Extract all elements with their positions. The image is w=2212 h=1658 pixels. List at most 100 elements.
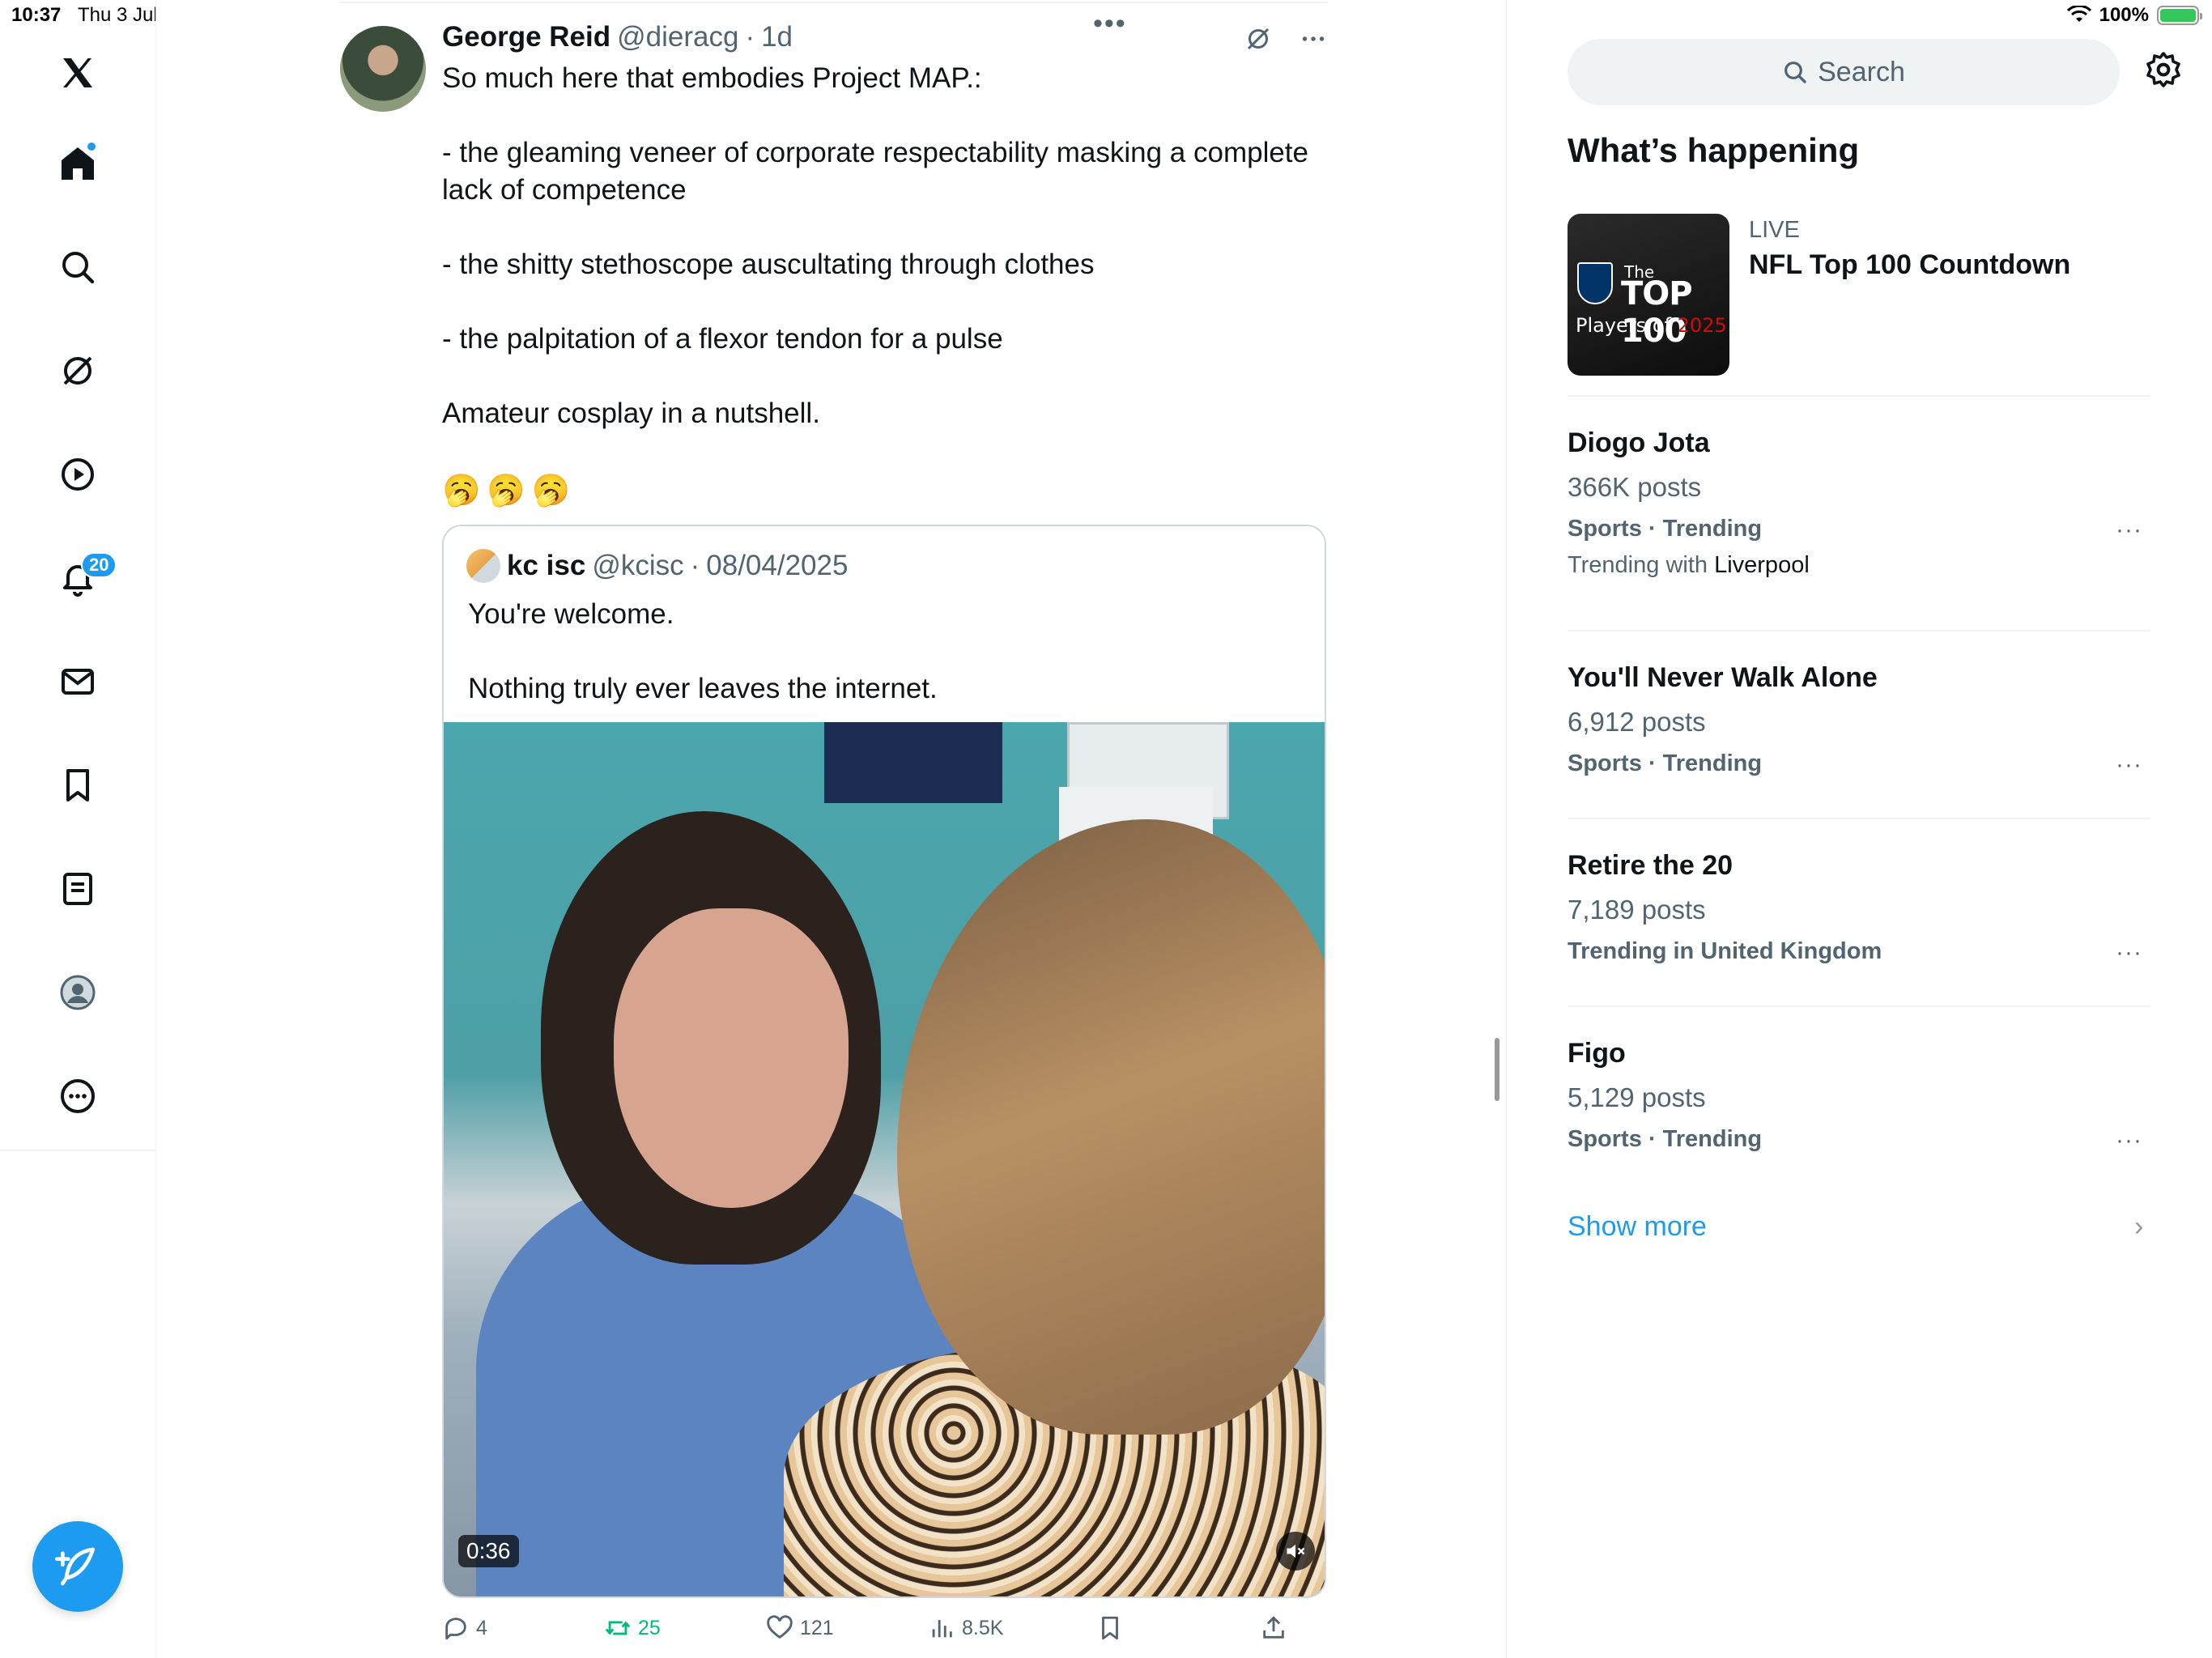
trend-posts: 366K posts — [1568, 472, 1702, 502]
right-sidebar: Search What’s happening The TOP 100 Play… — [1568, 0, 2183, 1658]
divider — [1568, 395, 2150, 397]
lists-icon[interactable] — [45, 857, 110, 921]
home-unread-dot — [86, 141, 97, 152]
divider — [1568, 818, 2150, 819]
divider — [1568, 630, 2150, 631]
post-text-line: Amateur cosplay in a nutshell. — [442, 397, 820, 429]
speaker-muted-icon — [1287, 1544, 1305, 1558]
trend-category: Trending in United Kingdom — [1568, 938, 1882, 964]
messages-icon[interactable] — [45, 649, 110, 714]
post-actions: 4 25 121 8.5K — [442, 1614, 1326, 1650]
chevron-right-icon[interactable]: › — [2134, 1211, 2143, 1243]
trend-item[interactable]: Diogo Jota 366K posts Sports · Trending … — [1568, 427, 2150, 579]
settings-button[interactable] — [2144, 50, 2186, 92]
trend-item[interactable]: Figo 5,129 posts Sports · Trending ··· — [1568, 1038, 2150, 1154]
compose-button[interactable] — [32, 1521, 123, 1612]
repost-count: 25 — [638, 1616, 661, 1639]
thumb-text: TOP 100 — [1621, 275, 1693, 350]
grok-icon[interactable] — [45, 338, 110, 403]
post-text-line: - the gleaming veneer of corporate respe… — [442, 137, 1308, 168]
trend-item[interactable]: Retire the 20 7,189 posts Trending in Un… — [1568, 850, 2150, 967]
search-input[interactable]: Search — [1568, 39, 2120, 105]
repost-icon — [605, 1621, 631, 1635]
x-logo-icon[interactable] — [45, 40, 110, 105]
repost-button[interactable]: 25 — [604, 1614, 661, 1642]
trend-posts: 6,912 posts — [1568, 707, 1706, 737]
grok-icon[interactable] — [1244, 24, 1273, 53]
thumb-text-year: 2025 — [1677, 314, 1727, 337]
more-options-icon[interactable] — [1299, 24, 1328, 53]
home-icon[interactable] — [45, 131, 110, 196]
quoted-text-line: You're welcome. — [468, 598, 674, 630]
post-emojis: 🥱🥱🥱 — [442, 474, 576, 508]
video-frame — [824, 722, 1002, 803]
nav-divider — [0, 1150, 156, 1151]
left-nav: 20 — [0, 0, 156, 1658]
quoted-text: You're welcome. Nothing truly ever leave… — [468, 596, 1294, 708]
post-text-line: - the palpitation of a flexor tendon for… — [442, 323, 1003, 355]
post-text: So much here that embodies Project MAP.:… — [442, 60, 1325, 432]
share-icon — [1263, 1616, 1284, 1639]
more-icon[interactable] — [45, 1064, 110, 1129]
live-label: LIVE — [1749, 217, 1800, 243]
gear-icon — [2146, 52, 2180, 87]
trend-name: You'll Never Walk Alone — [1568, 662, 1878, 693]
like-count: 121 — [800, 1616, 834, 1639]
post-text-line: - the shitty stethoscope auscultating th… — [442, 249, 1095, 280]
trend-item[interactable]: You'll Never Walk Alone 6,912 posts Spor… — [1568, 662, 2150, 779]
search-icon[interactable] — [45, 235, 110, 300]
post-time[interactable]: 1d — [761, 21, 793, 53]
bookmark-icon — [1102, 1616, 1118, 1640]
compose-feather-icon — [55, 1547, 95, 1586]
bookmarks-icon[interactable] — [45, 753, 110, 818]
like-button[interactable]: 121 — [766, 1614, 834, 1642]
trend-posts: 5,129 posts — [1568, 1082, 1706, 1112]
trend-with: Trending with Liverpool — [1568, 552, 2150, 579]
trend-category: Sports · Trending — [1568, 1126, 1763, 1152]
notifications-badge: 20 — [81, 552, 117, 578]
author-name[interactable]: George Reid — [442, 21, 610, 53]
bookmark-button[interactable] — [1096, 1614, 1124, 1642]
trend-more-icon[interactable]: ··· — [2116, 517, 2142, 544]
meta-separator: · — [745, 21, 755, 53]
thumb-text-players: Players of — [1576, 314, 1671, 337]
author-avatar[interactable] — [340, 26, 426, 112]
trend-category: Sports · Trending — [1568, 516, 1763, 542]
trend-name: Figo — [1568, 1038, 1626, 1069]
split-view-handle[interactable] — [1495, 1038, 1499, 1101]
divider — [1568, 1005, 2150, 1007]
trend-more-icon[interactable]: ··· — [2116, 751, 2142, 779]
heart-icon — [767, 1615, 793, 1639]
mute-button[interactable] — [1276, 1532, 1315, 1571]
column-divider — [1506, 0, 1507, 1658]
profile-avatar-icon[interactable] — [45, 960, 110, 1025]
search-placeholder: Search — [1818, 56, 1905, 87]
share-button[interactable] — [1260, 1614, 1287, 1642]
trend-name: Diogo Jota — [1568, 427, 1710, 458]
quoted-text-line: Nothing truly ever leaves the internet. — [468, 673, 938, 704]
post-text-line: So much here that embodies Project MAP.: — [442, 62, 982, 94]
video-icon[interactable] — [45, 442, 110, 507]
views-button[interactable]: 8.5K — [928, 1614, 1003, 1642]
reply-button[interactable]: 4 — [442, 1614, 487, 1642]
quoted-date: 08/04/2025 — [706, 550, 849, 581]
video-frame — [614, 908, 849, 1208]
quoted-post[interactable]: kc isc @kcisc · 08/04/2025 You're welcom… — [442, 525, 1326, 1598]
author-handle[interactable]: @dieracg — [617, 21, 738, 53]
video-player[interactable]: 0:36 — [444, 722, 1325, 1596]
trend-category: Sports · Trending — [1568, 750, 1763, 776]
analytics-icon — [932, 1620, 952, 1638]
quoted-avatar — [466, 549, 500, 583]
show-more-link[interactable]: Show more — [1568, 1211, 1707, 1243]
quoted-handle: @kcisc — [592, 550, 684, 581]
trend-more-icon[interactable]: ··· — [2116, 939, 2142, 967]
post-header-actions — [1244, 24, 1328, 53]
trend-with-value[interactable]: Liverpool — [1714, 552, 1810, 578]
main-timeline: ••• George Reid @dieracg · 1d So much he… — [340, 0, 1328, 1658]
trend-more-icon[interactable]: ··· — [2116, 1127, 2142, 1154]
trend-posts: 7,189 posts — [1568, 895, 1706, 925]
post-author: George Reid @dieracg · 1d — [442, 21, 793, 53]
notifications-icon[interactable]: 20 — [45, 546, 117, 610]
window-drag-dots[interactable]: ••• — [1093, 8, 1127, 40]
post-text-line: lack of competence — [442, 174, 687, 206]
